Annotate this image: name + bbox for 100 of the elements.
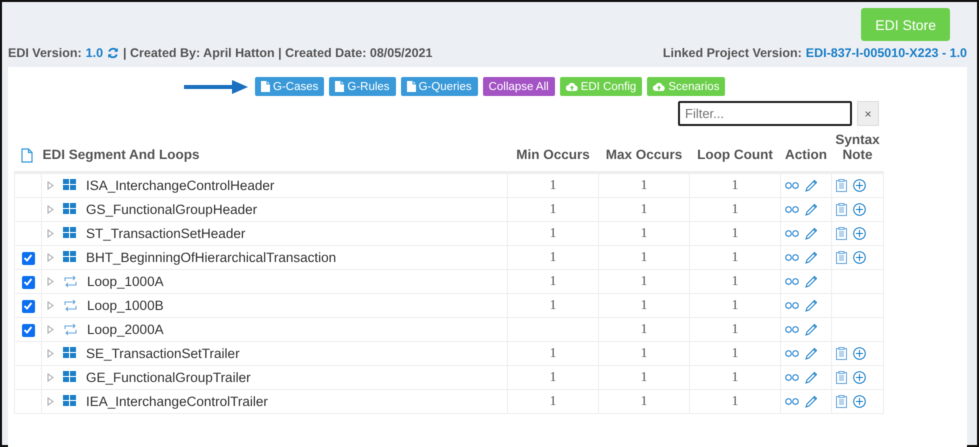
segment-name: BHT_BeginningOfHierarchicalTransaction: [86, 250, 336, 265]
clipboard-icon[interactable]: [836, 394, 847, 408]
expand-icon[interactable]: [47, 300, 54, 310]
grid-icon: [63, 371, 77, 384]
table-cell: 1: [732, 297, 738, 312]
refresh-icon[interactable]: [107, 47, 120, 59]
table-cell: 1: [732, 177, 738, 192]
expand-icon[interactable]: [47, 276, 54, 286]
segment-name: GE_FunctionalGroupTrailer: [86, 370, 251, 385]
clipboard-icon[interactable]: [836, 250, 847, 264]
toolbar-button[interactable]: EDI Config: [560, 77, 642, 96]
pencil-icon[interactable]: [805, 274, 818, 288]
table-cell: 1: [550, 225, 556, 240]
document-icon: [261, 81, 270, 92]
link-icon[interactable]: [785, 350, 799, 357]
pencil-icon[interactable]: [805, 226, 818, 240]
linked-version-value: EDI-837-I-005010-X223 - 1.0: [806, 46, 967, 60]
pencil-icon[interactable]: [805, 202, 818, 216]
table-cell: 1: [550, 177, 556, 192]
grid-icon: [63, 347, 77, 360]
checkbox[interactable]: [22, 300, 34, 313]
grid-icon: [63, 395, 77, 408]
edi-store-button[interactable]: EDI Store: [861, 8, 950, 41]
toolbar-button[interactable]: G-Rules: [329, 77, 396, 96]
link-icon[interactable]: [785, 398, 799, 405]
column-header: Syntax Note: [835, 132, 880, 162]
clipboard-icon[interactable]: [836, 178, 847, 192]
link-icon[interactable]: [785, 182, 799, 189]
column-header: Loop Count: [697, 146, 773, 162]
table-cell: 1: [732, 225, 738, 240]
pencil-icon[interactable]: [805, 346, 818, 360]
table-cell: 1: [732, 249, 738, 264]
add-icon[interactable]: [853, 394, 866, 408]
pencil-icon[interactable]: [805, 178, 818, 192]
table-cell: 1: [640, 273, 648, 288]
segment-name: Loop_1000A: [87, 274, 164, 289]
pencil-icon[interactable]: [805, 322, 818, 336]
toolbar-button[interactable]: Scenarios: [647, 77, 726, 96]
checkbox[interactable]: [22, 252, 34, 265]
table-cell: 1: [732, 273, 738, 288]
clipboard-icon[interactable]: [836, 370, 847, 384]
table-cell: 1: [732, 201, 738, 216]
pencil-icon[interactable]: [805, 370, 818, 384]
checkbox[interactable]: [22, 276, 34, 289]
document-icon: [335, 81, 344, 92]
cloud-upload-icon: [566, 82, 578, 91]
expand-icon[interactable]: [47, 228, 54, 238]
segment-name: IEA_InterchangeControlTrailer: [86, 394, 268, 409]
column-header: Action: [785, 146, 827, 162]
expand-icon[interactable]: [47, 204, 54, 214]
segment-name: ST_TransactionSetHeader: [86, 226, 246, 241]
table-cell: 1: [732, 321, 738, 336]
grid-icon: [63, 179, 77, 192]
pencil-icon[interactable]: [805, 250, 818, 264]
toolbar-button[interactable]: G-Cases: [255, 77, 324, 96]
add-icon[interactable]: [853, 178, 866, 192]
table-cell: 1: [640, 249, 648, 264]
table-cell: 1: [550, 393, 556, 408]
filter-field[interactable]: Filter...: [678, 101, 852, 126]
table-cell: 1: [640, 345, 648, 360]
toolbar-button[interactable]: G-Queries: [400, 77, 478, 96]
toolbar-button[interactable]: Collapse All: [482, 77, 555, 96]
add-icon[interactable]: [853, 202, 866, 216]
clipboard-icon[interactable]: [836, 202, 847, 216]
table-cell: 1: [640, 225, 648, 240]
link-icon[interactable]: [785, 278, 799, 285]
add-icon[interactable]: [853, 370, 866, 384]
pencil-icon[interactable]: [805, 298, 818, 312]
expand-icon[interactable]: [47, 396, 54, 406]
link-icon[interactable]: [785, 302, 799, 309]
link-icon[interactable]: [785, 230, 799, 237]
table-cell: 1: [640, 393, 648, 408]
segment-name: Loop_2000A: [87, 322, 164, 337]
expand-icon[interactable]: [47, 372, 54, 382]
column-header: EDI Segment And Loops: [42, 148, 200, 163]
created-info: | Created By: April Hatton | Created Date: 08/05/2021: [123, 46, 432, 60]
table-cell: 1: [550, 273, 556, 288]
expand-icon[interactable]: [47, 252, 54, 262]
grid-icon: [63, 227, 77, 240]
add-icon[interactable]: [853, 346, 866, 360]
add-icon[interactable]: [853, 250, 866, 264]
pencil-icon[interactable]: [805, 394, 818, 408]
arrow-icon: [184, 80, 248, 94]
expand-icon[interactable]: [47, 180, 54, 190]
clipboard-icon[interactable]: [836, 226, 847, 240]
checkbox[interactable]: [22, 324, 34, 337]
link-icon[interactable]: [785, 374, 799, 381]
link-icon[interactable]: [785, 206, 799, 213]
table-cell: 1: [640, 369, 648, 384]
link-icon[interactable]: [785, 254, 799, 261]
expand-icon[interactable]: [47, 324, 54, 334]
link-icon[interactable]: [785, 326, 799, 333]
add-icon[interactable]: [853, 226, 866, 240]
expand-icon[interactable]: [47, 348, 54, 358]
table-cell: 1: [550, 297, 556, 312]
version-value: 1.0: [86, 46, 104, 60]
table-cell: 1: [550, 369, 556, 384]
clear-button[interactable]: ×: [857, 101, 879, 126]
clipboard-icon[interactable]: [836, 346, 847, 360]
grid-icon: [63, 203, 77, 216]
